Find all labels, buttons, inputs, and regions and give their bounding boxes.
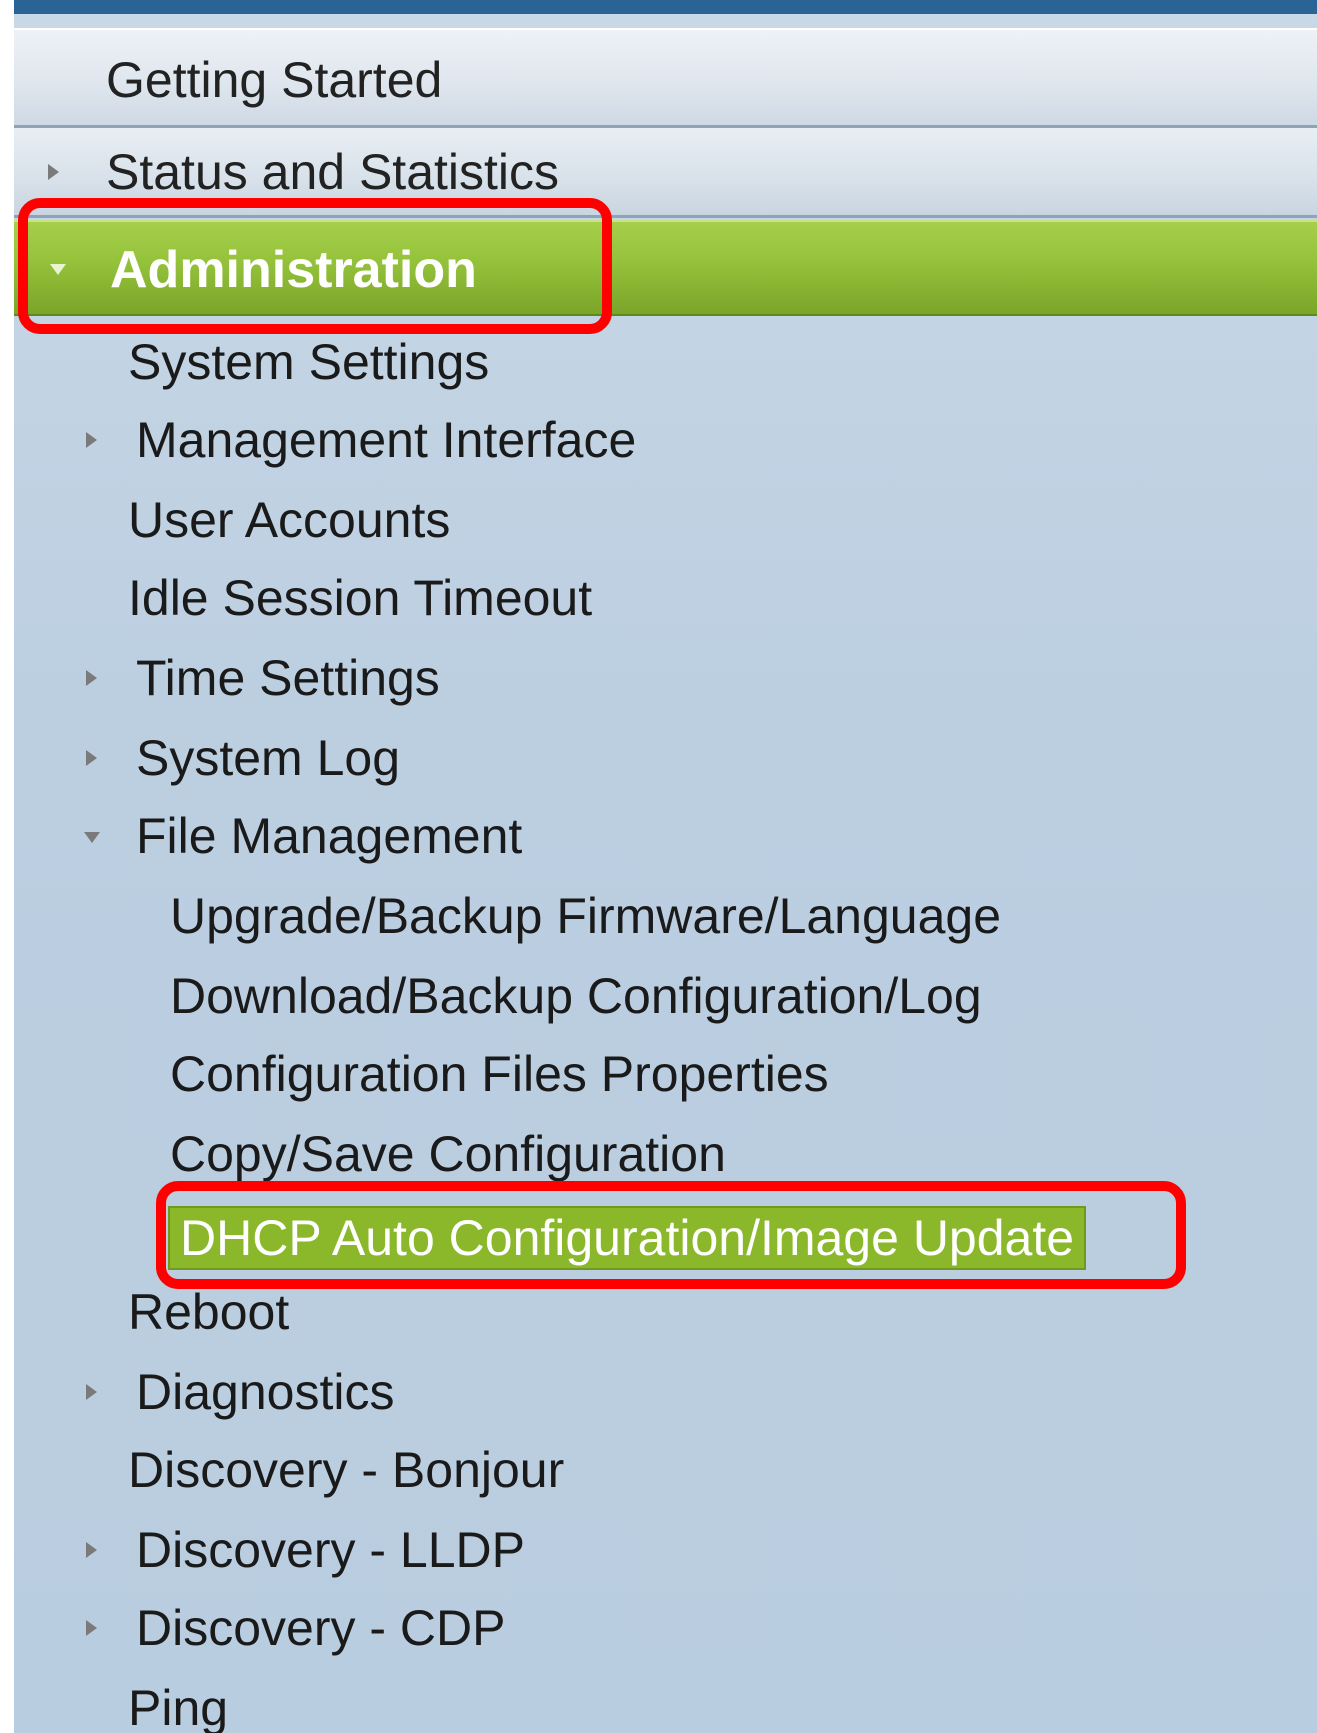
nav-item-label: Management Interface <box>136 412 637 468</box>
expand-arrow-icon[interactable] <box>86 750 97 766</box>
expand-arrow-icon[interactable] <box>48 164 59 180</box>
nav-item-label: Discovery - CDP <box>136 1600 506 1656</box>
nav-item-label: Download/Backup Configuration/Log <box>170 968 982 1024</box>
expand-arrow-icon[interactable] <box>86 670 97 686</box>
expand-arrow-icon[interactable] <box>86 1542 97 1558</box>
expand-arrow-icon[interactable] <box>86 1620 97 1636</box>
nav-item-label: Discovery - LLDP <box>136 1522 525 1578</box>
expand-arrow-icon[interactable] <box>86 1384 97 1400</box>
nav-section-label: Getting Started <box>106 52 443 108</box>
nav-item-label: File Management <box>136 808 523 864</box>
nav-item-label: System Settings <box>128 334 490 390</box>
nav-section-getting-started[interactable]: Getting Started <box>14 28 1317 128</box>
nav-item-label: System Log <box>136 730 401 786</box>
highlight-box-administration <box>18 198 612 334</box>
nav-item-label: Idle Session Timeout <box>128 570 593 626</box>
collapse-arrow-icon[interactable] <box>84 832 100 843</box>
nav-item-label: User Accounts <box>128 492 451 548</box>
nav-item-label: Configuration Files Properties <box>170 1046 829 1102</box>
nav-item-label: Copy/Save Configuration <box>170 1126 726 1182</box>
nav-item-label: Ping <box>128 1680 229 1733</box>
nav-item-label: Time Settings <box>136 650 440 706</box>
nav-section-label: Status and Statistics <box>106 144 560 200</box>
expand-arrow-icon[interactable] <box>86 432 97 448</box>
window-top-border <box>0 0 1317 14</box>
window-left-border <box>0 0 14 1733</box>
nav-item-label: Discovery - Bonjour <box>128 1442 565 1498</box>
highlight-box-dhcp-auto-configuration <box>156 1181 1186 1289</box>
nav-item-label: Diagnostics <box>136 1364 395 1420</box>
nav-item-label: Upgrade/Backup Firmware/Language <box>170 888 1002 944</box>
browser-frame: Getting Started Status and Statistics Ad… <box>0 0 1317 1733</box>
